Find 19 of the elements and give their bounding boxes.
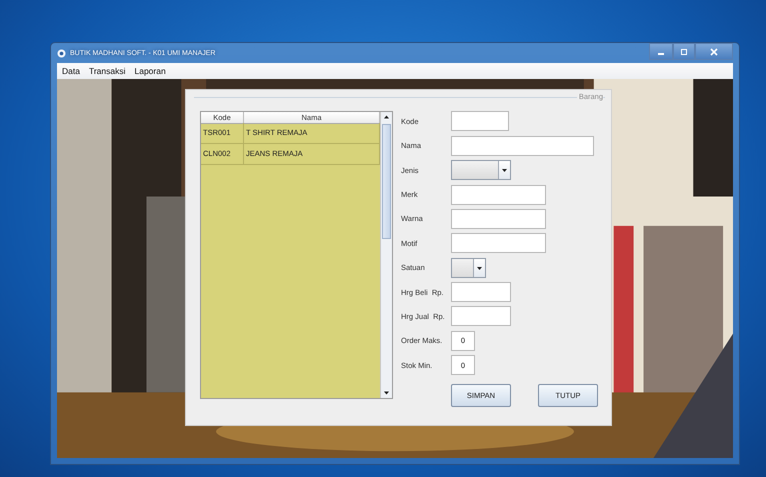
text-field[interactable]: [451, 282, 511, 302]
menu-item[interactable]: Data: [61, 66, 81, 76]
maximize-button[interactable]: [673, 43, 695, 60]
text-field[interactable]: [451, 136, 594, 156]
maximize-icon: [680, 48, 688, 56]
caret-icon[interactable]: [473, 258, 485, 277]
scrollbar-thumb[interactable]: [382, 124, 391, 239]
app-icon: [57, 48, 66, 58]
text-field[interactable]: [451, 306, 511, 326]
text-field[interactable]: [451, 184, 546, 205]
caret-icon[interactable]: [498, 161, 510, 180]
text-field[interactable]: [451, 208, 546, 229]
menu-item[interactable]: Transaksi: [88, 66, 126, 76]
close-button[interactable]: [695, 43, 733, 60]
text-field[interactable]: [451, 111, 509, 132]
menu-item[interactable]: Laporan: [134, 66, 167, 76]
close-icon: [710, 48, 718, 56]
minimize-button[interactable]: [649, 43, 673, 60]
text-field[interactable]: [451, 233, 546, 254]
